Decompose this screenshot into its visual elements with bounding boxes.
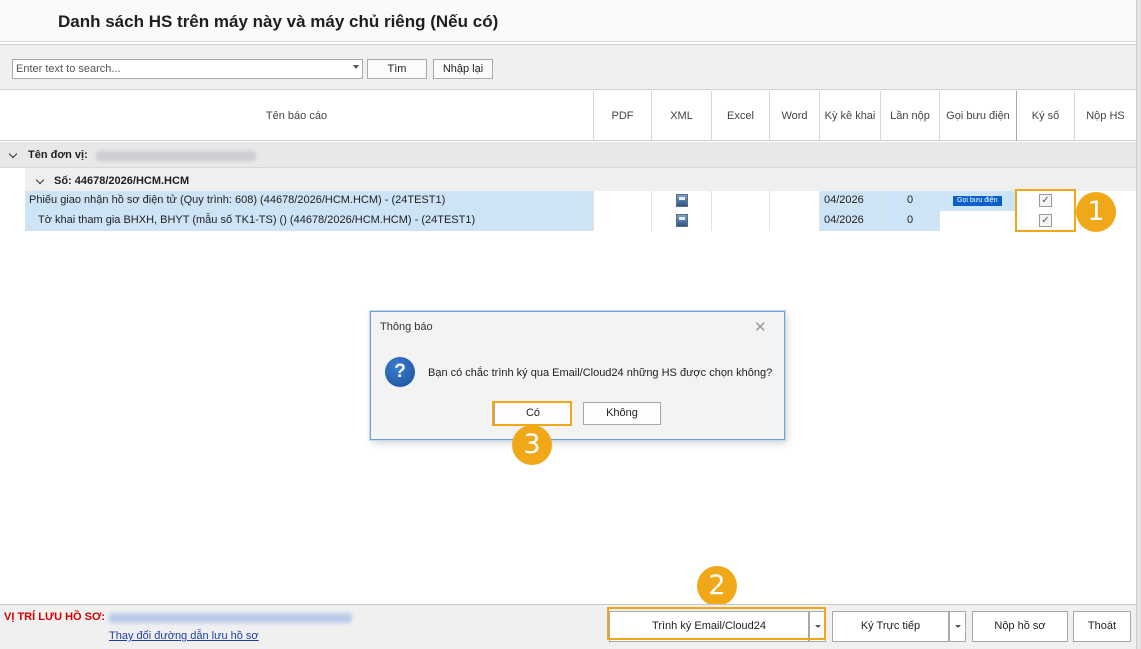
reset-button[interactable]: Nhập lại: [433, 59, 493, 79]
callout-1: 1: [1076, 192, 1116, 232]
chevron-down-icon[interactable]: [353, 65, 359, 69]
col-report-name[interactable]: Tên báo cáo: [0, 91, 593, 141]
call-post-cell[interactable]: Gọi bưu điện: [939, 191, 1016, 211]
vertical-scrollbar[interactable]: [1136, 0, 1141, 649]
page-title: Danh sách HS trên máy này và máy chủ riê…: [58, 12, 499, 31]
unit-group-label: Tên đơn vị:: [28, 149, 88, 161]
period-cell: 04/2026: [819, 191, 880, 211]
exit-button[interactable]: Thoát: [1073, 611, 1131, 642]
excel-cell[interactable]: [711, 211, 769, 231]
search-input[interactable]: [13, 60, 347, 78]
title-bar: Danh sách HS trên máy này và máy chủ riê…: [0, 0, 1136, 42]
col-pdf[interactable]: PDF: [593, 91, 651, 141]
excel-cell[interactable]: [711, 191, 769, 211]
sign-email-highlight: [607, 607, 826, 640]
report-name-cell: Phiếu giao nhận hồ sơ điện tử (Quy trình…: [25, 191, 593, 211]
call-post-cell[interactable]: [939, 211, 1016, 231]
change-path-link[interactable]: Thay đổi đường dẫn lưu hồ sơ: [109, 630, 259, 642]
redacted-unit-name: [96, 151, 256, 161]
word-cell[interactable]: [769, 191, 819, 211]
sign-direct-dropdown-arrow[interactable]: [949, 611, 966, 642]
yes-button-highlight: [492, 401, 572, 426]
grid-header: Tên báo cáo PDF XML Excel Word Kỳ kê kha…: [0, 91, 1136, 141]
xml-cell[interactable]: [651, 211, 711, 231]
col-submit-count[interactable]: Lần nộp: [880, 91, 939, 141]
storage-location-label: VỊ TRÍ LƯU HỒ SƠ:: [4, 611, 106, 623]
group-row-unit[interactable]: Tên đơn vị:: [0, 142, 1136, 168]
word-cell[interactable]: [769, 211, 819, 231]
pdf-cell[interactable]: [593, 211, 651, 231]
col-digital-sign[interactable]: Ký số: [1016, 91, 1074, 141]
close-icon[interactable]: ✕: [754, 320, 767, 335]
chevron-down-icon[interactable]: [35, 175, 45, 185]
chevron-down-icon[interactable]: [8, 149, 18, 159]
col-word[interactable]: Word: [769, 91, 819, 141]
period-cell: 04/2026: [819, 211, 880, 231]
bottom-bar: VỊ TRÍ LƯU HỒ SƠ: Thay đổi đường dẫn lưu…: [0, 604, 1136, 649]
col-submit[interactable]: Nộp HS: [1074, 91, 1136, 141]
xml-file-icon[interactable]: [676, 214, 688, 227]
callout-2: 2: [697, 566, 737, 606]
search-toolbar: Tìm Nhập lại: [0, 44, 1136, 90]
confirm-dialog: Thông báo ✕ ? Bạn có chắc trình ký qua E…: [370, 311, 785, 440]
col-call-post[interactable]: Gọi bưu điện: [939, 91, 1016, 141]
xml-cell[interactable]: [651, 191, 711, 211]
col-xml[interactable]: XML: [651, 91, 711, 141]
xml-file-icon[interactable]: [676, 194, 688, 207]
pdf-cell[interactable]: [593, 191, 651, 211]
find-button[interactable]: Tìm: [367, 59, 427, 79]
col-excel[interactable]: Excel: [711, 91, 769, 141]
call-post-badge[interactable]: Gọi bưu điện: [953, 196, 1002, 206]
submit-count-cell: 0: [880, 211, 939, 231]
app-window: Danh sách HS trên máy này và máy chủ riê…: [0, 0, 1141, 649]
dialog-title: Thông báo: [380, 321, 433, 333]
submit-count-cell: 0: [880, 191, 939, 211]
table-row[interactable]: Tờ khai tham gia BHXH, BHYT (mẫu số TK1-…: [25, 211, 1136, 231]
search-combo[interactable]: [12, 59, 363, 79]
col-period[interactable]: Kỳ kê khai: [819, 91, 880, 141]
question-icon: ?: [385, 357, 415, 387]
sign-direct-button[interactable]: Ký Trực tiếp: [832, 611, 949, 642]
document-group-label: Số: 44678/2026/HCM.HCM: [54, 175, 190, 187]
redacted-storage-path: [109, 613, 352, 623]
submit-dossier-button[interactable]: Nộp hồ sơ: [972, 611, 1068, 642]
sign-column-highlight: [1015, 189, 1076, 232]
table-row[interactable]: Phiếu giao nhận hồ sơ điện tử (Quy trình…: [25, 191, 1136, 211]
report-name-cell: Tờ khai tham gia BHXH, BHYT (mẫu số TK1-…: [25, 211, 593, 231]
no-button[interactable]: Không: [583, 402, 661, 425]
dialog-message: Bạn có chắc trình ký qua Email/Cloud24 n…: [428, 367, 773, 379]
callout-3: 3: [512, 425, 552, 465]
